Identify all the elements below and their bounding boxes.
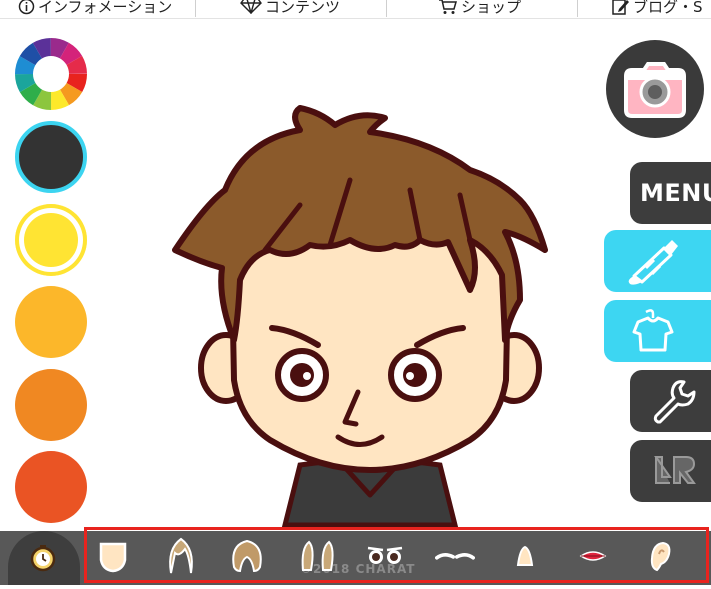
info-icon	[18, 0, 35, 14]
nav-divider	[195, 0, 196, 17]
camera-button[interactable]	[606, 40, 704, 138]
camera-icon	[624, 62, 686, 118]
ear-icon	[650, 541, 671, 572]
parts-selector-bar	[84, 527, 709, 583]
color-swatch-yellow[interactable]	[15, 204, 87, 276]
color-swatch-red-orange[interactable]	[15, 451, 87, 523]
paint-tool-button[interactable]	[604, 230, 711, 292]
avatar-preview	[172, 105, 548, 528]
paint-tube-icon	[628, 240, 678, 285]
nav-contents[interactable]: コンテンツ	[240, 0, 340, 16]
clothes-button[interactable]	[604, 300, 711, 362]
back-hair-icon	[232, 539, 262, 573]
shirt-icon	[632, 309, 674, 352]
nav-contents-label: コンテンツ	[265, 0, 341, 16]
nose-icon	[516, 545, 534, 566]
clock-icon	[30, 545, 56, 572]
part-eyes-button[interactable]	[365, 536, 405, 576]
diamond-icon	[240, 0, 262, 14]
nav-divider	[577, 0, 578, 17]
part-nose-button[interactable]	[505, 536, 545, 576]
edit-icon	[612, 0, 629, 15]
color-swatch-light-orange[interactable]	[15, 286, 87, 358]
color-swatch-orange[interactable]	[15, 369, 87, 441]
part-face-button[interactable]	[93, 536, 133, 576]
eyes-icon	[367, 546, 403, 564]
nav-shop-label: ショップ	[461, 0, 522, 16]
part-ear-button[interactable]	[641, 536, 681, 576]
nav-divider	[386, 0, 387, 17]
part-side-hair-button[interactable]	[297, 536, 337, 576]
flip-lr-button[interactable]	[630, 440, 711, 502]
nav-blog[interactable]: ブログ・S	[612, 0, 703, 16]
nav-information[interactable]: インフォメーション	[18, 0, 172, 16]
color-wheel-button[interactable]	[15, 38, 87, 110]
color-swatch-dark[interactable]	[15, 121, 87, 193]
menu-button-label: MENU	[640, 179, 711, 207]
eyebrows-icon	[435, 553, 475, 560]
cart-icon	[439, 0, 457, 14]
part-back-hair-button[interactable]	[227, 536, 267, 576]
nav-blog-label: ブログ・S	[633, 0, 703, 16]
part-eyebrows-button[interactable]	[435, 536, 475, 576]
side-hair-icon	[301, 540, 334, 571]
nav-information-label: インフォメーション	[38, 0, 173, 16]
bottom-home-button[interactable]	[8, 531, 80, 585]
front-hair-icon	[169, 537, 193, 574]
color-wheel-icon	[15, 38, 87, 110]
part-mouth-button[interactable]	[573, 536, 613, 576]
settings-button[interactable]	[630, 370, 711, 432]
lr-icon	[654, 456, 696, 484]
wrench-icon	[653, 380, 696, 424]
mouth-icon	[579, 551, 607, 561]
nav-shop[interactable]: ショップ	[438, 0, 521, 16]
menu-button[interactable]: MENU	[630, 162, 711, 224]
part-front-hair-button[interactable]	[161, 536, 201, 576]
face-icon	[99, 542, 127, 573]
top-nav: インフォメーション コンテンツ ショップ ブログ・S	[0, 0, 711, 19]
